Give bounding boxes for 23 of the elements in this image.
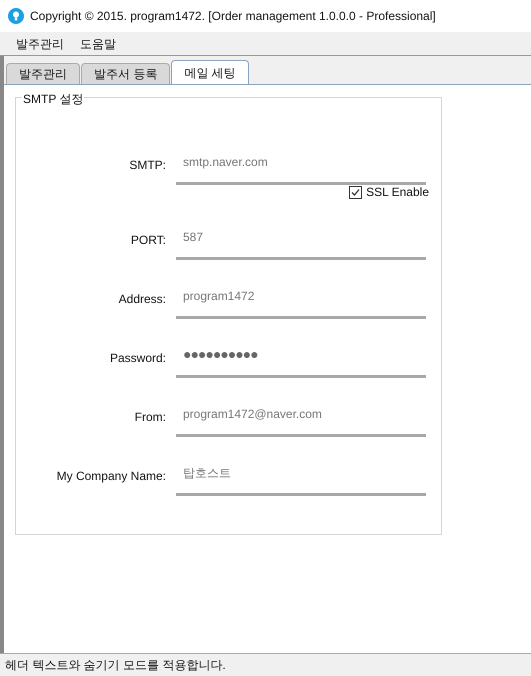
input-field[interactable]: smtp.naver.com [176, 143, 426, 185]
input-field[interactable]: 탑호스트 [176, 454, 426, 496]
status-text: 헤더 텍스트와 숨기기 모드를 적용합니다. [5, 657, 226, 674]
menu-item[interactable]: 도움말 [72, 34, 124, 52]
field-label: Password: [108, 350, 167, 367]
ssl-checkbox[interactable] [349, 186, 362, 198]
input-field[interactable]: ●●●●●●●●●● [176, 336, 426, 378]
menu-item[interactable]: 발주관리 [8, 34, 72, 52]
window-title: Copyright © 2015. program1472. [Order management 1.0.0.0 - Professional] [30, 8, 436, 25]
field-label: Address: [118, 291, 167, 308]
input-field[interactable]: 587 [176, 218, 426, 260]
field-label: My Company Name: [56, 468, 167, 485]
input-field[interactable]: program1472@naver.com [176, 395, 426, 437]
tab[interactable]: 발주관리 [6, 63, 80, 84]
checkbox-label: SSL Enable [366, 184, 429, 201]
checkmark-icon [351, 188, 360, 196]
input-field[interactable]: program1472 [176, 277, 426, 319]
field-label: PORT: [130, 232, 167, 249]
tab[interactable]: 발주서 등록 [81, 63, 170, 84]
tab[interactable]: 메일 세팅 [171, 60, 249, 84]
field-label: SMTP: [128, 157, 167, 174]
field-label: From: [134, 409, 167, 426]
app-icon [8, 8, 24, 24]
